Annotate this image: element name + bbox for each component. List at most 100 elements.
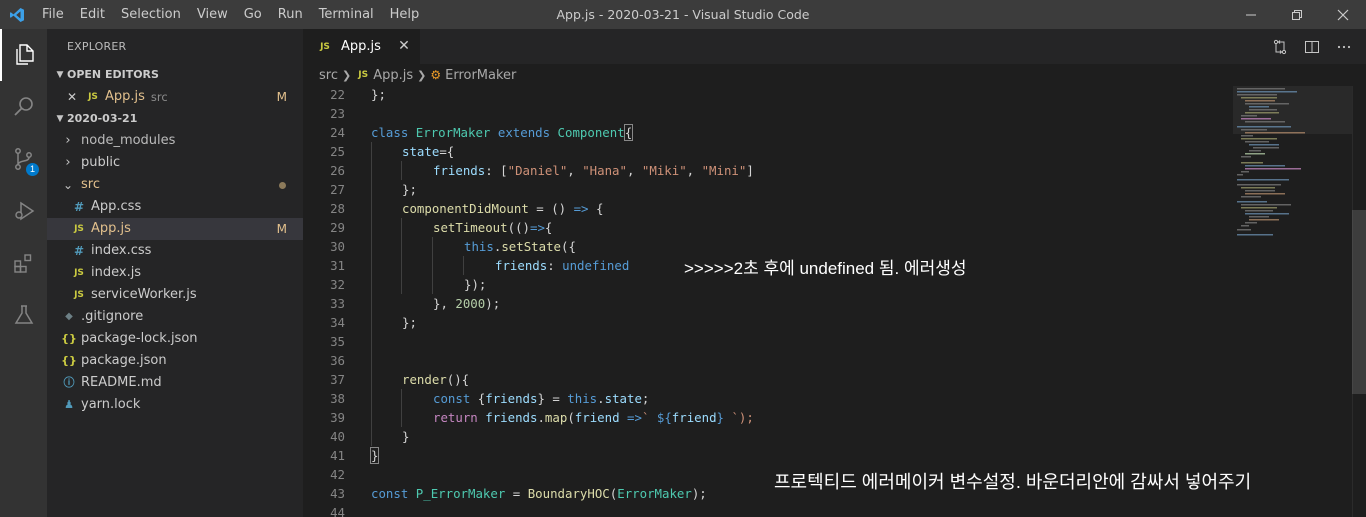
source-control-activity[interactable]: 1 <box>0 133 47 185</box>
file-name: package-lock.json <box>81 331 198 346</box>
code-text: this.setState({ <box>464 239 576 254</box>
tab-label: App.js <box>341 39 381 54</box>
code-line-40: 40} <box>303 427 1233 446</box>
explorer-activity[interactable] <box>0 29 47 81</box>
annotation-note: 프로텍티드 에러메이커 변수설정. 바운더리안에 감싸서 넣어주기 <box>774 472 1252 492</box>
line-number: 28 <box>330 201 345 216</box>
more-actions-button[interactable] <box>1334 37 1354 57</box>
code-line-37: 37 render(){ <box>303 370 1233 389</box>
tree-file-package-lock[interactable]: {} package-lock.json <box>47 328 303 350</box>
tree-file-yarn-lock[interactable]: ♟ yarn.lock <box>47 394 303 416</box>
activity-bar: 1 <box>0 29 47 517</box>
line-number: 31 <box>330 258 345 273</box>
tree-file-readme[interactable]: ⓘ README.md <box>47 372 303 394</box>
open-editor-name: App.js <box>105 89 145 104</box>
open-editors-label: OPEN EDITORS <box>67 68 159 81</box>
code-line-44: 44 <box>303 503 1233 517</box>
code-text: componentDidMount = () => { <box>402 201 604 216</box>
file-name: index.js <box>91 265 142 280</box>
extensions-activity[interactable] <box>0 237 47 289</box>
search-activity[interactable] <box>0 81 47 133</box>
tree-file-index-css[interactable]: # index.css <box>47 240 303 262</box>
restore-icon <box>1292 9 1302 20</box>
line-number: 40 <box>330 429 345 444</box>
json-file-icon: {} <box>61 354 77 367</box>
breadcrumb-file[interactable]: App.js <box>373 68 413 83</box>
tree-file-index-js[interactable]: JS index.js <box>47 262 303 284</box>
line-number: 37 <box>330 372 345 387</box>
code-text: class ErrorMaker extends Component{ <box>371 124 634 141</box>
code-line-25: 25 state={ <box>303 142 1233 161</box>
code-text: }; <box>402 315 417 330</box>
code-text: const {friends} = this.state; <box>433 391 650 406</box>
menu-help[interactable]: Help <box>382 0 428 29</box>
line-number: 25 <box>330 144 345 159</box>
js-file-icon: JS <box>74 268 84 278</box>
tree-folder-public[interactable]: › public <box>47 152 303 174</box>
menu-edit[interactable]: Edit <box>72 0 113 29</box>
run-debug-activity[interactable] <box>0 185 47 237</box>
tree-file-gitignore[interactable]: ◆ .gitignore <box>47 306 303 328</box>
search-icon <box>13 97 33 116</box>
line-number: 35 <box>330 334 345 349</box>
title-bar: File Edit Selection View Go Run Terminal… <box>0 0 1366 29</box>
minimap[interactable] <box>1233 86 1353 517</box>
chevron-right-icon: › <box>65 155 71 170</box>
file-name: index.css <box>91 243 152 258</box>
tab-close-icon[interactable]: ✕ <box>396 38 412 54</box>
tab-app-js[interactable]: JS App.js ✕ <box>303 29 420 64</box>
code-editor[interactable]: 22}; 23 24 class ErrorMaker extends Compo… <box>303 86 1366 517</box>
chevron-right-icon: ❯ <box>341 68 352 82</box>
file-name: README.md <box>81 375 162 390</box>
folder-label: 2020-03-21 <box>67 112 138 125</box>
testing-activity[interactable] <box>0 289 47 341</box>
line-number: 41 <box>330 448 345 463</box>
tree-folder-node-modules[interactable]: › node_modules <box>47 130 303 152</box>
code-lines: 22}; 23 24 class ErrorMaker extends Compo… <box>303 86 1233 517</box>
breadcrumb-src[interactable]: src <box>319 68 338 83</box>
editor-actions <box>1270 29 1354 64</box>
vertical-scrollbar[interactable] <box>1352 86 1366 517</box>
code-line-27: 27}; <box>303 180 1233 199</box>
close-window-button[interactable] <box>1320 0 1366 29</box>
code-text: return friends.map(friend =>` ${friend} … <box>433 410 754 425</box>
menu-file[interactable]: File <box>34 0 72 29</box>
code-text: } <box>369 447 380 464</box>
modified-status: M <box>276 222 287 236</box>
menu-view[interactable]: View <box>189 0 236 29</box>
line-number: 24 <box>330 125 345 140</box>
tree-file-app-css[interactable]: # App.css <box>47 196 303 218</box>
open-changes-button[interactable] <box>1270 37 1290 57</box>
tree-file-app-js[interactable]: JS App.js M <box>47 218 303 240</box>
css-file-icon: # <box>73 200 85 214</box>
line-number: 26 <box>330 163 345 178</box>
menu-terminal[interactable]: Terminal <box>311 0 382 29</box>
minimize-button[interactable] <box>1228 0 1274 29</box>
menu-selection[interactable]: Selection <box>113 0 189 29</box>
menu-go[interactable]: Go <box>236 0 270 29</box>
restore-button[interactable] <box>1274 0 1320 29</box>
split-editor-button[interactable] <box>1302 37 1322 57</box>
close-editor-icon[interactable]: ✕ <box>67 86 81 108</box>
chevron-down-icon: ▼ <box>56 114 64 124</box>
breadcrumb: src ❯ JS App.js ❯ ⚙ ErrorMaker <box>303 64 1366 86</box>
tree-folder-src[interactable]: ⌄ src <box>47 174 303 196</box>
modified-dot-icon <box>279 182 286 189</box>
menu-run[interactable]: Run <box>270 0 311 29</box>
yarn-file-icon: ♟ <box>64 398 74 411</box>
tree-file-service-worker[interactable]: JS serviceWorker.js <box>47 284 303 306</box>
code-line-29: 29 setTimeout(()=>{ <box>303 218 1233 237</box>
line-number: 29 <box>330 220 345 235</box>
tree-file-package-json[interactable]: {} package.json <box>47 350 303 372</box>
open-editors-header[interactable]: ▼ OPEN EDITORS <box>47 64 303 86</box>
folder-header[interactable]: ▼ 2020-03-21 <box>47 108 303 130</box>
code-line-39: 39 return friends.map(friend =>` ${friend… <box>303 408 1233 427</box>
open-editor-item[interactable]: ✕ JS App.js src M <box>47 86 303 108</box>
explorer-title: EXPLORER <box>67 40 127 53</box>
scrollbar-thumb[interactable] <box>1352 210 1366 394</box>
js-file-icon: JS <box>88 92 98 102</box>
annotation-note: >>>>>2초 후에 undefined 됨. 에러생성 <box>684 259 967 278</box>
code-text: }); <box>464 277 487 292</box>
line-number: 39 <box>330 410 345 425</box>
breadcrumb-symbol[interactable]: ErrorMaker <box>445 68 516 83</box>
